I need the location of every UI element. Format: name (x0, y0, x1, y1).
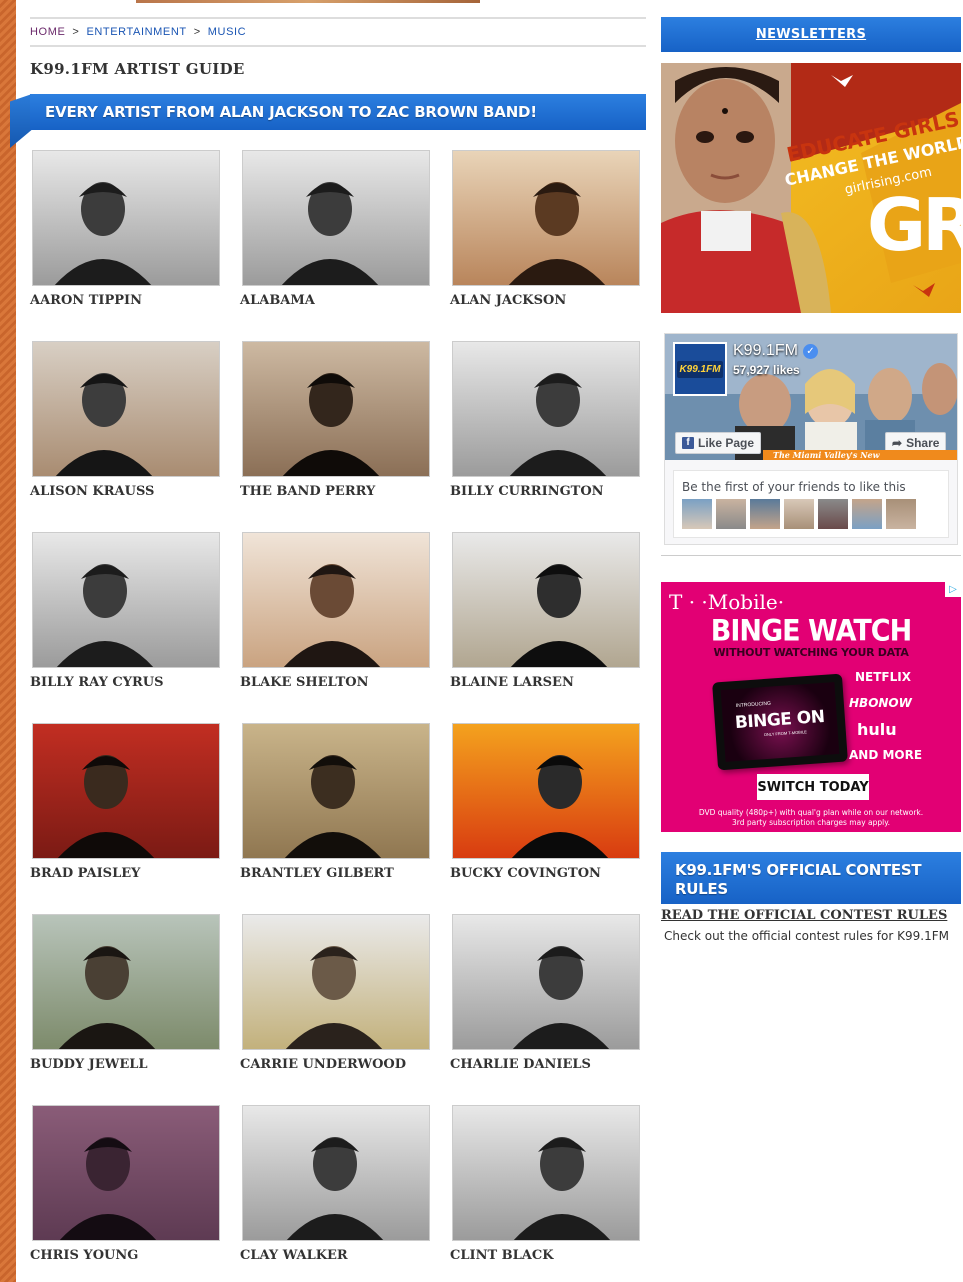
artist-photo[interactable] (452, 914, 640, 1050)
side-decor-stripe (0, 0, 16, 1282)
breadcrumb: HOME > ENTERTAINMENT > MUSIC (30, 17, 646, 47)
artist-name[interactable]: AARON TIPPIN (30, 293, 142, 308)
artist-name[interactable]: THE BAND PERRY (240, 484, 375, 499)
page-title: K99.1FM ARTIST GUIDE (30, 60, 245, 78)
facebook-friends-panel: Be the first of your friends to like thi… (673, 470, 949, 538)
artist-name[interactable]: BUDDY JEWELL (30, 1057, 148, 1072)
section-banner-text: EVERY ARTIST FROM ALAN JACKSON TO ZAC BR… (45, 103, 537, 121)
artist-name[interactable]: ALAN JACKSON (450, 293, 566, 308)
tmobile-ad[interactable]: ▷ T · ·Mobile· BINGE WATCH WITHOUT WATCH… (661, 582, 961, 832)
artist-photo[interactable] (32, 150, 220, 286)
artist-name[interactable]: BILLY RAY CYRUS (30, 675, 164, 690)
facebook-like-button[interactable]: f Like Page (675, 432, 762, 454)
tmobile-subhead: WITHOUT WATCHING YOUR DATA (713, 646, 909, 659)
facebook-cover-photo[interactable]: K99.1FM K99.1FM ✓ 57,927 likes f Like Pa… (665, 334, 957, 460)
tablet-title-text: BINGE ON (734, 706, 826, 734)
tmobile-logo: T · ·Mobile· (669, 590, 785, 614)
artist-photo[interactable] (32, 341, 220, 477)
friend-avatar[interactable] (852, 499, 882, 529)
contest-rules-link[interactable]: READ THE OFFICIAL CONTEST RULES (661, 908, 947, 923)
brand-hbonow: HBONOW (849, 696, 912, 710)
artist-name[interactable]: CLINT BLACK (450, 1248, 554, 1263)
sidebar-divider (661, 555, 961, 556)
artist-name[interactable]: BUCKY COVINGTON (450, 866, 601, 881)
facebook-likes-count: 57,927 likes (733, 363, 800, 377)
artist-photo[interactable] (452, 341, 640, 477)
tmobile-fine-print: DVD quality (480p+) with qual'g plan whi… (661, 808, 961, 828)
artist-name[interactable]: CLAY WALKER (240, 1248, 348, 1263)
fine-print-line1: DVD quality (480p+) with qual'g plan whi… (698, 808, 924, 817)
tmobile-headline: BINGE WATCH (710, 614, 912, 649)
artist-name[interactable]: CARRIE UNDERWOOD (240, 1057, 406, 1072)
artist-name[interactable]: BRAD PAISLEY (30, 866, 140, 881)
newsletters-label: NEWSLETTERS (755, 27, 867, 42)
breadcrumb-separator: > (193, 26, 201, 38)
verified-check-icon: ✓ (802, 343, 818, 359)
artist-name[interactable]: CHRIS YOUNG (30, 1248, 138, 1263)
facebook-page-logo[interactable]: K99.1FM (673, 342, 727, 396)
artist-photo[interactable] (32, 723, 220, 859)
artist-name[interactable]: BLAINE LARSEN (450, 675, 574, 690)
artist-photo[interactable] (452, 1105, 640, 1241)
breadcrumb-entertainment-link[interactable]: ENTERTAINMENT (86, 26, 186, 38)
artist-photo[interactable] (452, 532, 640, 668)
sidebar: NEWSLETTERS EDUCATE GIRLS CHANGE THE WOR… (661, 17, 961, 943)
artist-photo[interactable] (32, 1105, 220, 1241)
artist-name[interactable]: BLAKE SHELTON (240, 675, 369, 690)
friend-avatar[interactable] (716, 499, 746, 529)
facebook-cover-strip: The Miami Valley's New (763, 450, 957, 460)
artist-name[interactable]: ALISON KRAUSS (30, 484, 154, 499)
facebook-friends-text: Be the first of your friends to like thi… (682, 480, 906, 494)
brand-and-more: AND MORE (849, 748, 923, 762)
artist-photo[interactable] (452, 723, 640, 859)
artist-name[interactable]: BILLY CURRINGTON (450, 484, 604, 499)
breadcrumb-separator: > (72, 26, 80, 38)
artist-photo[interactable] (242, 914, 430, 1050)
switch-today-button[interactable]: SWITCH TODAY (757, 774, 869, 800)
tablet-illustration: INTRODUCING BINGE ON ONLY FROM T-MOBILE (712, 673, 848, 771)
facebook-share-label: Share (906, 436, 940, 450)
top-banner-ad-edge[interactable] (136, 0, 480, 3)
artist-photo[interactable] (242, 341, 430, 477)
artist-photo[interactable] (32, 914, 220, 1050)
tablet-intro-text: INTRODUCING (735, 700, 772, 710)
fine-print-line2: 3rd party subscription charges may apply… (732, 818, 890, 827)
brand-netflix: NETFLIX (855, 670, 911, 684)
artist-photo[interactable] (32, 532, 220, 668)
artist-name[interactable]: BRANTLEY GILBERT (240, 866, 394, 881)
artist-photo[interactable] (452, 150, 640, 286)
facebook-page-widget: K99.1FM K99.1FM ✓ 57,927 likes f Like Pa… (664, 333, 958, 545)
facebook-page-name-text: K99.1FM (733, 342, 798, 359)
newsletters-button[interactable]: NEWSLETTERS (661, 17, 961, 52)
facebook-logo-text: K99.1FM (677, 360, 723, 378)
facebook-page-name[interactable]: K99.1FM ✓ (733, 342, 818, 360)
friend-avatar[interactable] (818, 499, 848, 529)
friend-avatar[interactable] (784, 499, 814, 529)
contest-rules-description: Check out the official contest rules for… (664, 929, 949, 943)
share-arrow-icon: ➦ (892, 436, 903, 450)
artist-photo[interactable] (242, 723, 430, 859)
artist-photo[interactable] (242, 1105, 430, 1241)
facebook-f-icon: f (682, 437, 694, 449)
banner-fold-decor (10, 94, 32, 148)
section-banner: EVERY ARTIST FROM ALAN JACKSON TO ZAC BR… (10, 94, 646, 148)
friend-avatar[interactable] (750, 499, 780, 529)
adchoices-icon[interactable]: ▷ (945, 582, 961, 597)
contest-rules-heading: K99.1FM'S OFFICIAL CONTEST RULES (661, 852, 961, 904)
brand-hulu: hulu (857, 720, 897, 739)
girl-rising-mark: GR (867, 183, 961, 267)
facebook-like-label: Like Page (698, 436, 755, 450)
breadcrumb-music-link[interactable]: MUSIC (208, 26, 246, 38)
friend-avatar[interactable] (886, 499, 916, 529)
contest-rules-heading-text: K99.1FM'S OFFICIAL CONTEST RULES (675, 861, 922, 898)
artist-name[interactable]: CHARLIE DANIELS (450, 1057, 591, 1072)
artist-photo[interactable] (242, 150, 430, 286)
main-content: HOME > ENTERTAINMENT > MUSIC K99.1FM ART… (10, 17, 646, 1263)
breadcrumb-home-link[interactable]: HOME (30, 26, 65, 38)
artist-name[interactable]: ALABAMA (240, 293, 315, 308)
friend-avatar[interactable] (682, 499, 712, 529)
girl-rising-ad[interactable]: EDUCATE GIRLS CHANGE THE WORLD girlrisin… (661, 63, 961, 313)
artist-photo[interactable] (242, 532, 430, 668)
